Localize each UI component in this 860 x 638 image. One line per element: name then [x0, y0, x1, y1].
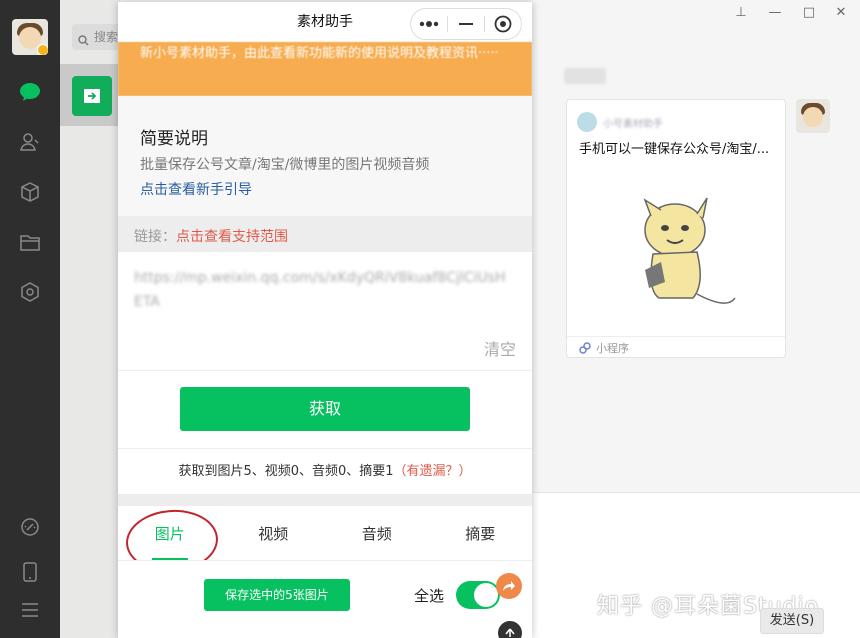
folder-icon[interactable] [18, 230, 42, 254]
intro-description: 批量保存公号文章/淘宝/微博里的图片视频音频 [140, 157, 430, 173]
mini-program-card[interactable]: 小号素材助手 手机可以一键保存公众号/淘宝/... 小程序 [566, 99, 786, 358]
select-all-toggle[interactable] [456, 581, 500, 609]
card-footer: 小程序 [567, 336, 785, 358]
chat-icon[interactable] [18, 80, 42, 104]
url-input[interactable]: https://mp.weixin.qq.com/s/xKdyQRiV8kuaf… [118, 252, 532, 370]
capsule-menu [410, 8, 522, 40]
menu-icon[interactable] [18, 598, 42, 622]
minimize-icon[interactable]: — [768, 6, 782, 20]
mini-programs-icon[interactable] [18, 280, 42, 304]
more-icon[interactable] [411, 9, 447, 39]
file-transfer-icon [72, 76, 112, 116]
search-icon [78, 31, 89, 50]
missing-link[interactable]: （有遗漏？） [394, 464, 472, 479]
link-label: 链接： [134, 229, 176, 245]
verified-badge-icon [37, 44, 48, 55]
sender-avatar[interactable] [796, 99, 830, 133]
close-icon[interactable]: ✕ [834, 6, 848, 20]
wechat-window: 搜索 ⊥ — □ ✕ 小号素材助手 手机可以一键保存公众号/淘宝/... 小程序… [0, 0, 860, 638]
card-source: 小号素材助手 [603, 118, 663, 130]
url-value: https://mp.weixin.qq.com/s/xKdyQRiV8kuaf… [134, 270, 506, 310]
notice-banner[interactable]: 新小号素材助手，由此查看新功能新的使用说明及教程资讯····· [118, 42, 532, 96]
pin-icon[interactable]: ⊥ [734, 6, 748, 20]
card-footer-label: 小程序 [596, 341, 629, 355]
tab-summary[interactable]: 摘要 [429, 506, 533, 560]
result-summary: 获取到图片5、视频0、音频0、摘要1（有遗漏？） [118, 448, 532, 494]
guide-link[interactable]: 点击查看新手引导 [140, 179, 252, 199]
phone-icon[interactable] [18, 560, 42, 584]
card-logo-icon [577, 112, 597, 132]
action-bar: 保存选中的5张图片 全选 [118, 560, 532, 638]
send-button[interactable]: 发送(S) [760, 608, 824, 634]
select-all-label: 全选 [414, 587, 445, 605]
fetch-button[interactable]: 获取 [180, 387, 470, 431]
intro-heading: 简要说明 [140, 129, 208, 149]
timestamp [564, 68, 606, 84]
intro-section: 简要说明 批量保存公号文章/淘宝/微博里的图片视频音频 点击查看新手引导 [118, 96, 532, 216]
clear-button[interactable]: 清空 [484, 336, 516, 360]
card-image [617, 190, 747, 330]
maximize-icon[interactable]: □ [802, 6, 816, 20]
favorites-icon[interactable] [18, 180, 42, 204]
scroll-top-icon[interactable] [498, 621, 522, 638]
card-title: 手机可以一键保存公众号/淘宝/... [579, 142, 770, 157]
mini-program-icon [579, 341, 591, 354]
contacts-icon[interactable] [18, 130, 42, 154]
support-scope-link[interactable]: 点击查看支持范围 [176, 229, 288, 245]
close-mini-icon[interactable] [485, 9, 521, 39]
mini-program-header: 素材助手 [118, 2, 532, 42]
result-text: 获取到图片5、视频0、音频0、摘要1 [178, 464, 394, 479]
chat-list-item[interactable] [60, 64, 120, 126]
mini-program-panel: 素材助手 新小号素材助手，由此查看新功能新的使用说明及教程资讯····· 简要说… [118, 2, 532, 638]
minimize-mini-icon[interactable] [448, 9, 484, 39]
link-icon[interactable] [18, 515, 42, 539]
save-selected-button[interactable]: 保存选中的5张图片 [204, 579, 350, 611]
tab-videos[interactable]: 视频 [222, 506, 326, 560]
tab-audio[interactable]: 音频 [325, 506, 429, 560]
link-row: 链接：点击查看支持范围 [134, 226, 288, 246]
sidebar-rail [0, 0, 60, 638]
user-avatar[interactable] [12, 19, 48, 55]
share-icon[interactable] [496, 573, 522, 599]
